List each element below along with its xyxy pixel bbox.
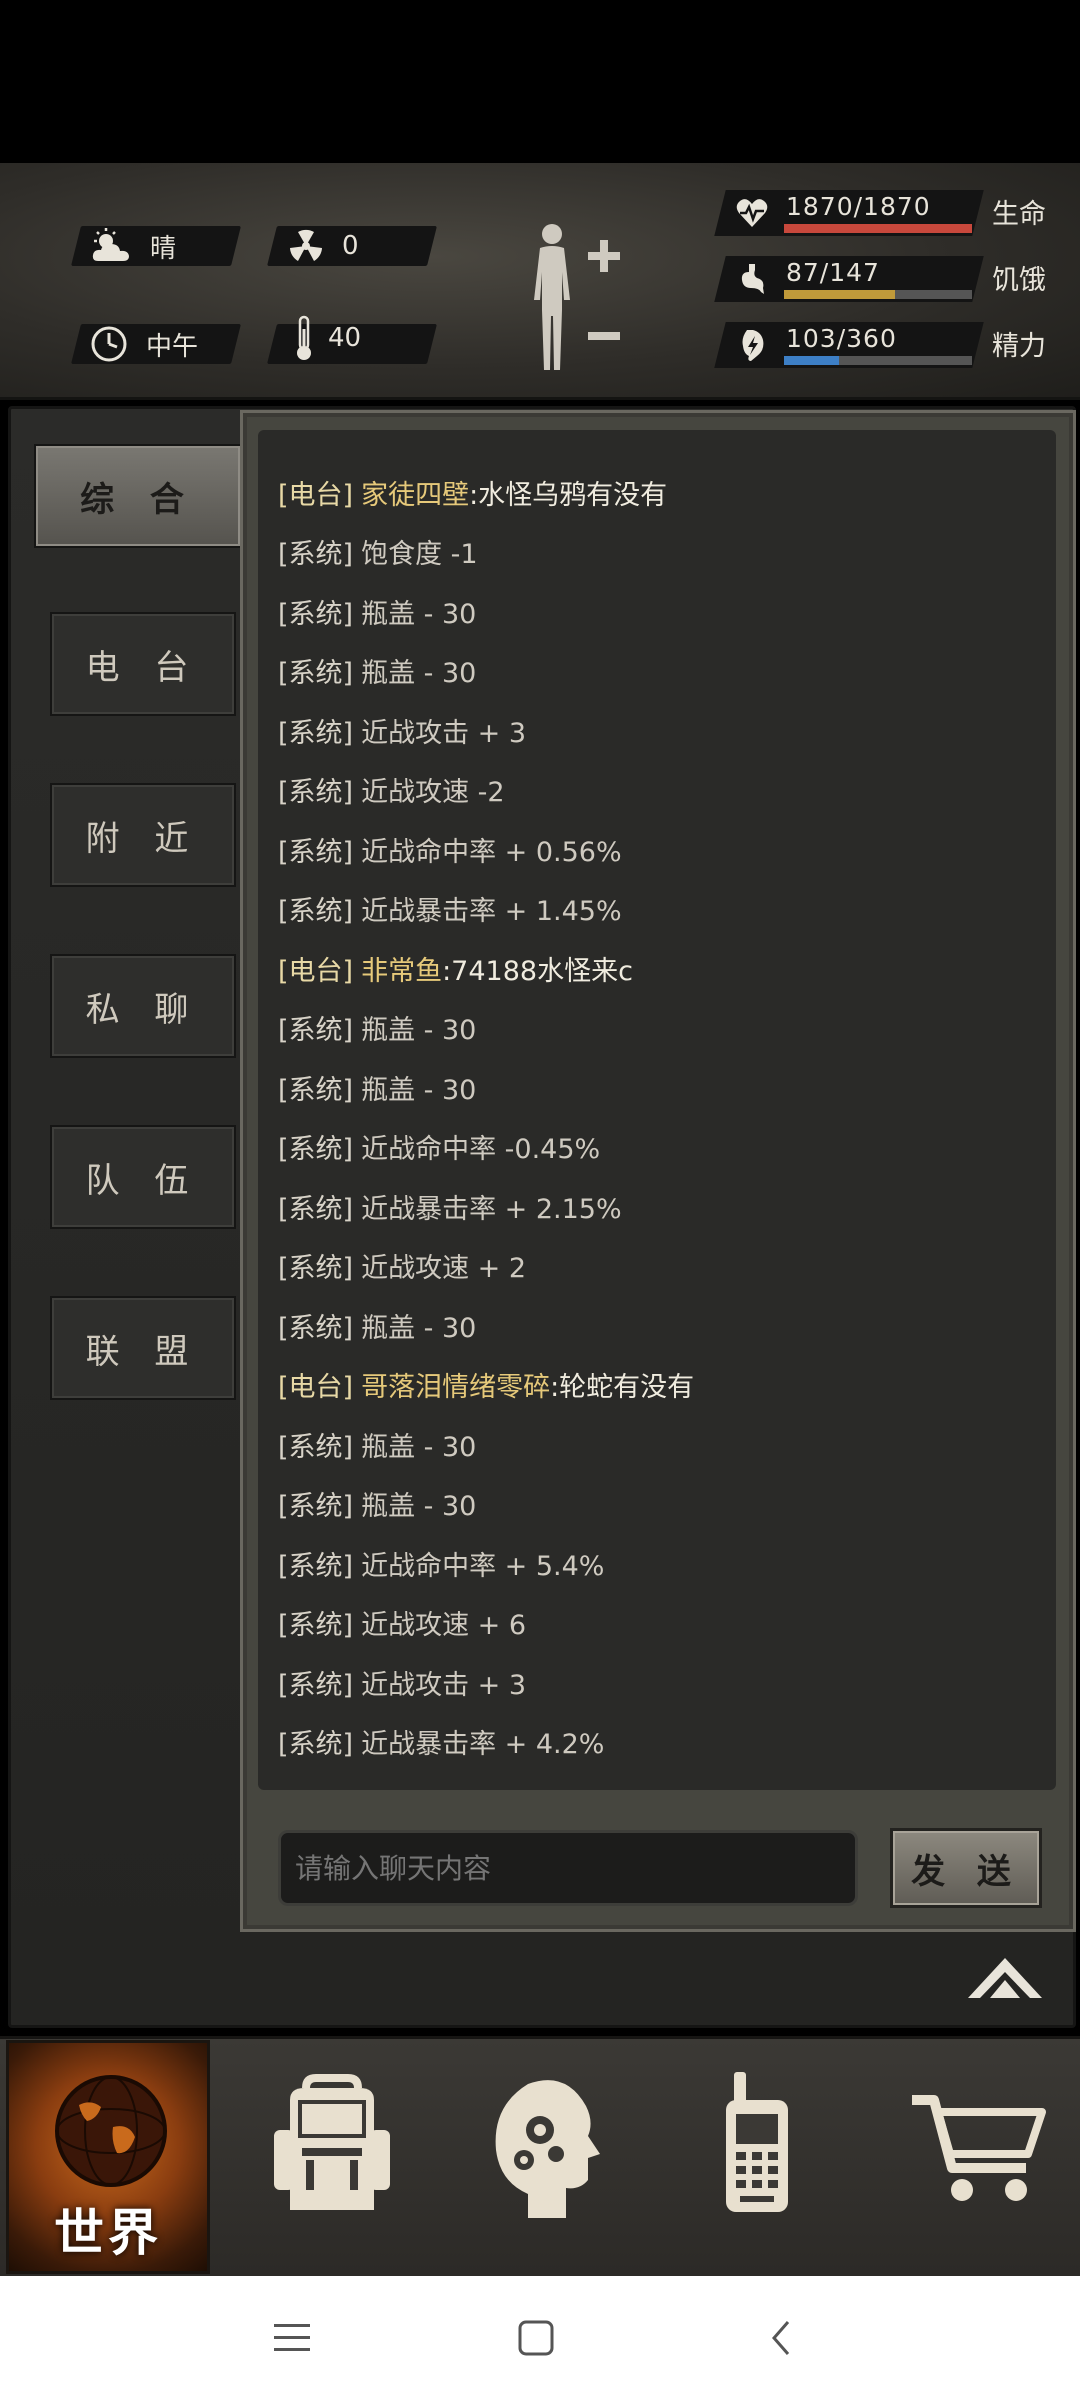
nav-world[interactable]: 世界 — [6, 2040, 210, 2274]
chat-line: [电台] 非常鱼:74188水怪来c — [278, 956, 633, 987]
chat-line: [系统] 饱食度 -1 — [278, 539, 478, 570]
weather-text: 晴 — [150, 233, 177, 264]
chat-line: [系统] 近战暴击率 + 2.15% — [278, 1194, 622, 1225]
back-icon[interactable] — [762, 2318, 802, 2358]
chat-line: [系统] 近战暴击率 + 4.2% — [278, 1729, 605, 1760]
menu-icon[interactable] — [272, 2318, 312, 2358]
sun-cloud-icon — [92, 228, 129, 261]
body-icon[interactable] — [518, 220, 638, 380]
chat-line: [系统] 瓶盖 - 30 — [278, 1432, 477, 1463]
time-text: 中午 — [146, 331, 199, 362]
chat-line: [系统] 瓶盖 - 30 — [278, 1075, 477, 1106]
send-button[interactable]: 发 送 — [890, 1828, 1042, 1908]
chat-line: [系统] 近战命中率 + 0.56% — [278, 837, 622, 868]
temperature-status: 40 — [294, 315, 362, 360]
globe-icon — [55, 2075, 167, 2187]
up-arrow-icon[interactable] — [966, 1956, 1044, 2002]
cart-icon[interactable] — [908, 2070, 1048, 2220]
chat-line: [系统] 近战攻击 + 3 — [278, 1670, 527, 1701]
health-value: 1870/1870 — [786, 192, 931, 221]
world-label: 世界 — [54, 2204, 162, 2262]
radiation-status: 0 — [288, 226, 359, 266]
tab-private[interactable]: 私 聊 — [50, 954, 236, 1058]
home-icon[interactable] — [516, 2318, 556, 2358]
weather-status: 晴 — [90, 226, 176, 266]
chat-line: [系统] 瓶盖 - 30 — [278, 1491, 477, 1522]
chat-line: [系统] 近战攻速 + 6 — [278, 1610, 527, 1641]
health-label: 生命 — [992, 199, 1046, 230]
chat-line: [系统] 瓶盖 - 30 — [278, 599, 477, 630]
stat-energy: 103/360 精力 — [714, 322, 1060, 368]
time-status: 中午 — [90, 324, 198, 364]
chat-line: [系统] 近战攻速 + 2 — [278, 1253, 527, 1284]
chat-line: [电台] 哥落泪情绪零碎:轮蛇有没有 — [278, 1372, 695, 1403]
energy-bar — [784, 356, 839, 365]
clock-icon — [91, 326, 127, 362]
radiation-value: 0 — [342, 231, 359, 261]
tab-nearby[interactable]: 附 近 — [50, 783, 236, 887]
radiation-icon — [290, 229, 322, 261]
stat-hunger: 87/147 饥饿 — [714, 256, 1060, 302]
tab-radio[interactable]: 电 台 — [50, 612, 236, 716]
hunger-bar — [784, 290, 895, 299]
energy-icon — [742, 330, 764, 361]
chat-line: [系统] 近战攻速 -2 — [278, 777, 505, 808]
tab-general[interactable]: 综 合 — [34, 444, 242, 548]
health-bar — [784, 224, 972, 233]
hunger-label: 饥饿 — [992, 265, 1046, 296]
thermometer-icon — [297, 315, 311, 360]
chat-line: [系统] 瓶盖 - 30 — [278, 1015, 477, 1046]
system-nav-bar — [0, 2276, 1080, 2400]
chat-line: [系统] 近战暴击率 + 1.45% — [278, 896, 622, 927]
chat-input[interactable] — [278, 1830, 858, 1906]
stomach-icon — [741, 264, 764, 294]
backpack-icon[interactable] — [262, 2070, 402, 2220]
chat-log[interactable] — [258, 430, 1056, 1790]
energy-value: 103/360 — [786, 324, 897, 353]
hunger-value: 87/147 — [786, 258, 880, 287]
stat-health: 1870/1870 生命 — [714, 190, 1060, 236]
chat-line: [系统] 近战命中率 + 5.4% — [278, 1551, 605, 1582]
chat-line: [电台] 家徒四壁:水怪乌鸦有没有 — [278, 480, 668, 511]
tab-team[interactable]: 队 伍 — [50, 1125, 236, 1229]
energy-label: 精力 — [992, 331, 1046, 362]
walkie-talkie-icon[interactable] — [690, 2070, 830, 2220]
tab-alliance[interactable]: 联 盟 — [50, 1296, 236, 1400]
chat-line: [系统] 近战攻击 + 3 — [278, 718, 527, 749]
chat-line: [系统] 瓶盖 - 30 — [278, 658, 477, 689]
chat-line: [系统] 瓶盖 - 30 — [278, 1313, 477, 1344]
status-bar-area — [0, 0, 1080, 163]
head-gears-icon[interactable] — [470, 2070, 610, 2220]
temperature-value: 40 — [328, 323, 362, 353]
chat-line: [系统] 近战命中率 -0.45% — [278, 1134, 601, 1165]
heart-icon — [736, 199, 768, 227]
